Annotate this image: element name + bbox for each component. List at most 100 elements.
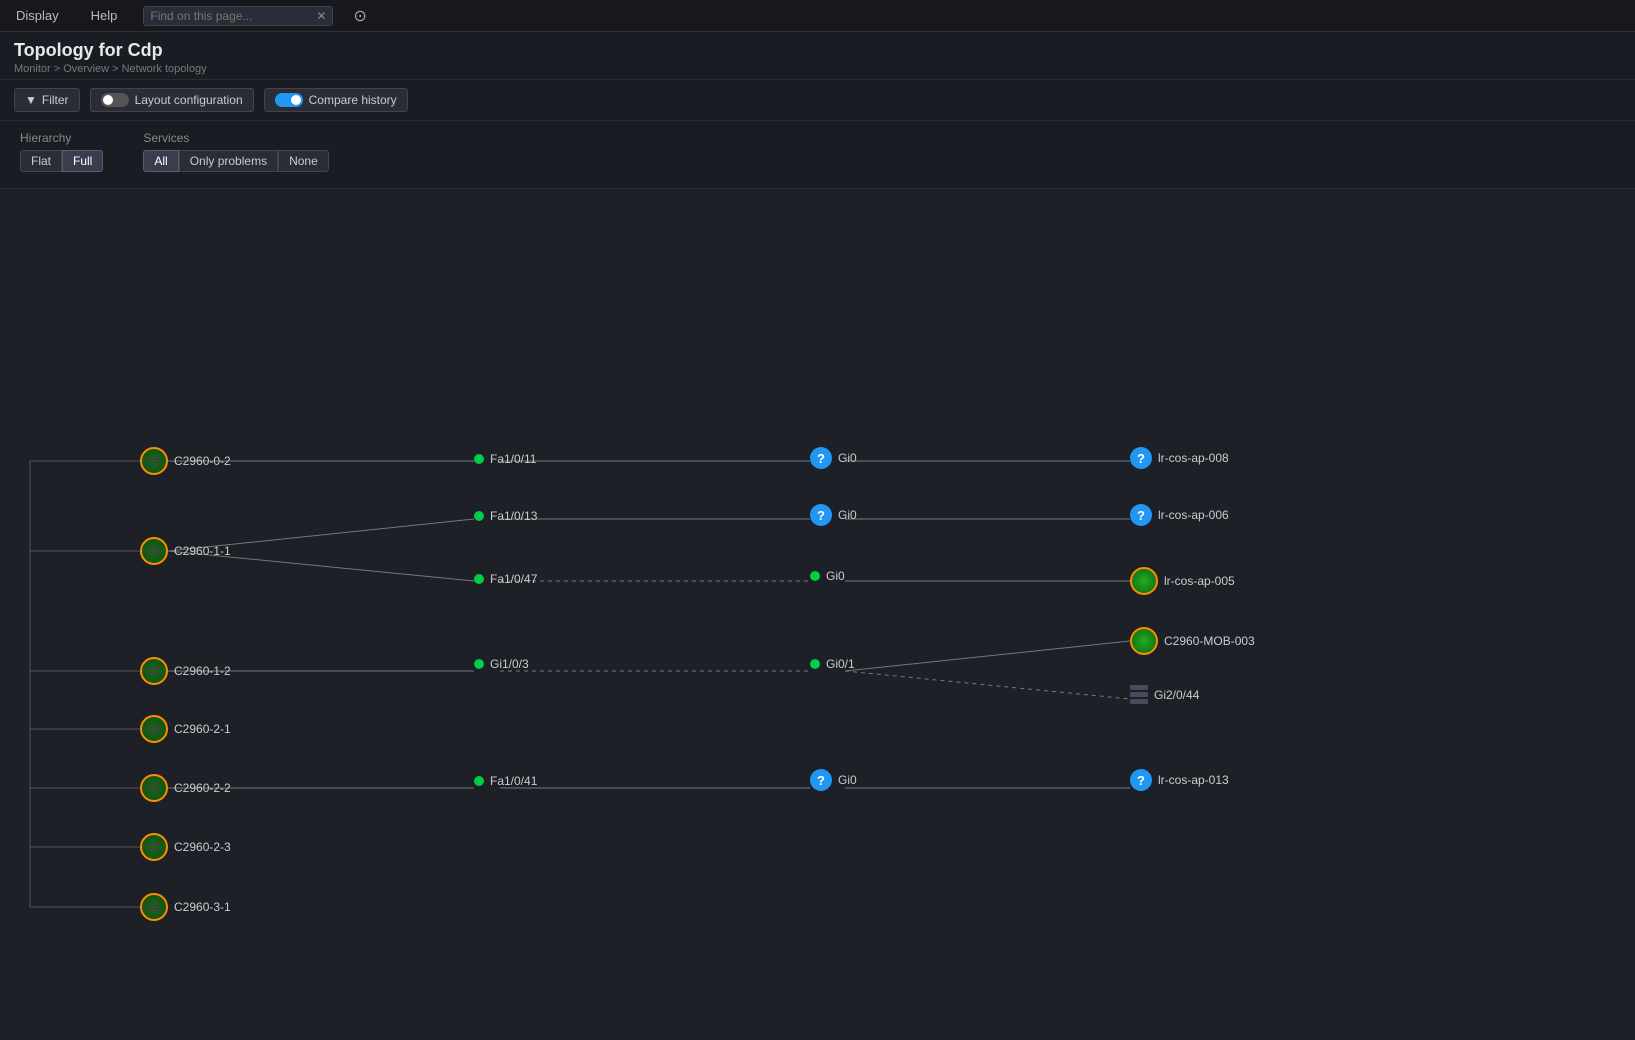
node-label-lr-ap-013: lr-cos-ap-013 xyxy=(1158,773,1229,787)
node-c2960-mob[interactable]: C2960-MOB-003 xyxy=(1130,627,1255,655)
compare-history-button[interactable]: Compare history xyxy=(264,88,408,112)
layout-toggle-switch xyxy=(101,93,129,107)
node-label-c2960-1-2: C2960-1-2 xyxy=(174,664,231,678)
hierarchy-flat-button[interactable]: Flat xyxy=(20,150,62,172)
node-c2960-2-3[interactable]: C2960-2-3 xyxy=(140,833,231,861)
services-filter-group: Services All Only problems None xyxy=(143,131,328,172)
port-label-gi0-1: Gi0 xyxy=(838,451,857,465)
filter-panel: Hierarchy Flat Full Services All Only pr… xyxy=(0,121,1635,189)
node-label-c2960-2-2: C2960-2-2 xyxy=(174,781,231,795)
help-menu[interactable]: Help xyxy=(85,4,124,27)
port-label-gi0-4: Gi0 xyxy=(838,773,857,787)
unknown-icon-lr-ap-006: ? xyxy=(1130,504,1152,526)
layout-config-button[interactable]: Layout configuration xyxy=(90,88,254,112)
search-clear-button[interactable]: ✕ xyxy=(316,9,326,23)
layout-label: Layout configuration xyxy=(135,93,243,107)
port-label-fa1041: Fa1/0/41 xyxy=(490,774,537,788)
port-label-fa1047: Fa1/0/47 xyxy=(490,572,537,586)
device-icon-c2960-1-2 xyxy=(140,657,168,685)
port-dot-fa1047 xyxy=(474,574,484,584)
port-label-gi0-3: Gi0 xyxy=(826,569,845,583)
node-lr-ap-013[interactable]: ? lr-cos-ap-013 xyxy=(1130,769,1229,791)
node-label-c2960-mob: C2960-MOB-003 xyxy=(1164,634,1255,648)
node-gi2044[interactable]: Gi2/0/44 xyxy=(1130,685,1199,704)
port-label-gi103: Gi1/0/3 xyxy=(490,657,529,671)
services-btn-group: All Only problems None xyxy=(143,150,328,172)
node-lr-ap-005[interactable]: lr-cos-ap-005 xyxy=(1130,567,1235,595)
port-fa1041[interactable]: Fa1/0/41 xyxy=(474,774,537,788)
hierarchy-full-button[interactable]: Full xyxy=(62,150,103,172)
services-none-button[interactable]: None xyxy=(278,150,329,172)
node-label-lr-ap-008: lr-cos-ap-008 xyxy=(1158,451,1229,465)
node-label-c2960-2-1: C2960-2-1 xyxy=(174,722,231,736)
port-label-fa1013: Fa1/0/13 xyxy=(490,509,537,523)
port-dot-gi0-3 xyxy=(810,571,820,581)
compare-label: Compare history xyxy=(309,93,397,107)
node-c2960-2-2[interactable]: C2960-2-2 xyxy=(140,774,231,802)
node-label-lr-ap-005: lr-cos-ap-005 xyxy=(1164,574,1235,588)
device-icon-c2960-0-2 xyxy=(140,447,168,475)
node-c2960-3-1[interactable]: C2960-3-1 xyxy=(140,893,231,921)
device-icon-c2960-2-1 xyxy=(140,715,168,743)
breadcrumb: Monitor > Overview > Network topology xyxy=(14,63,1621,75)
device-icon-c2960-mob xyxy=(1130,627,1158,655)
node-label-c2960-2-3: C2960-2-3 xyxy=(174,840,231,854)
port-dot-gi103 xyxy=(474,659,484,669)
unknown-icon-lr-ap-013: ? xyxy=(1130,769,1152,791)
compare-toggle-switch xyxy=(275,93,303,107)
device-icon-lr-ap-005 xyxy=(1130,567,1158,595)
port-fa1011[interactable]: Fa1/0/11 xyxy=(474,452,536,466)
port-dot-fa1011 xyxy=(474,454,484,464)
port-gi0-4[interactable]: ? Gi0 xyxy=(810,769,857,791)
node-lr-ap-008[interactable]: ? lr-cos-ap-008 xyxy=(1130,447,1229,469)
port-gi0-1[interactable]: ? Gi0 xyxy=(810,447,857,469)
hierarchy-btn-group: Flat Full xyxy=(20,150,103,172)
toolbar: ▼ Filter Layout configuration Compare hi… xyxy=(0,80,1635,121)
node-c2960-2-1[interactable]: C2960-2-1 xyxy=(140,715,231,743)
page-title: Topology for Cdp xyxy=(14,40,1621,61)
topology-canvas: C2960-0-2 C2960-1-1 C2960-1-2 C2960-2-1 … xyxy=(0,189,1635,949)
device-icon-c2960-1-1 xyxy=(140,537,168,565)
device-icon-c2960-2-2 xyxy=(140,774,168,802)
filter-label: Filter xyxy=(42,93,69,107)
unknown-icon-gi0-1: ? xyxy=(810,447,832,469)
stack-icon-gi2044 xyxy=(1130,685,1148,704)
node-label-gi2044: Gi2/0/44 xyxy=(1154,688,1199,702)
top-bar: Display Help ✕ ⊙ xyxy=(0,0,1635,32)
device-icon-c2960-2-3 xyxy=(140,833,168,861)
unknown-icon-lr-ap-008: ? xyxy=(1130,447,1152,469)
port-gi0-3[interactable]: Gi0 xyxy=(810,569,845,583)
hierarchy-filter-group: Hierarchy Flat Full xyxy=(20,131,103,172)
hierarchy-label: Hierarchy xyxy=(20,131,103,145)
port-dot-fa1013 xyxy=(474,511,484,521)
node-c2960-0-2[interactable]: C2960-0-2 xyxy=(140,447,231,475)
filter-icon: ▼ xyxy=(25,93,37,107)
port-fa1013[interactable]: Fa1/0/13 xyxy=(474,509,537,523)
services-label: Services xyxy=(143,131,328,145)
search-arrow-button[interactable]: ⊙ xyxy=(353,6,366,26)
port-label-gi01: Gi0/1 xyxy=(826,657,855,671)
node-label-lr-ap-006: lr-cos-ap-006 xyxy=(1158,508,1229,522)
filter-button[interactable]: ▼ Filter xyxy=(14,88,80,112)
port-gi103[interactable]: Gi1/0/3 xyxy=(474,657,529,671)
port-fa1047[interactable]: Fa1/0/47 xyxy=(474,572,537,586)
page-title-bar: Topology for Cdp Monitor > Overview > Ne… xyxy=(0,32,1635,80)
unknown-icon-gi0-2: ? xyxy=(810,504,832,526)
port-dot-gi01 xyxy=(810,659,820,669)
port-label-fa1011: Fa1/0/11 xyxy=(490,452,536,466)
port-gi01[interactable]: Gi0/1 xyxy=(810,657,855,671)
unknown-icon-gi0-4: ? xyxy=(810,769,832,791)
display-menu[interactable]: Display xyxy=(10,4,65,27)
search-input[interactable] xyxy=(150,9,310,23)
services-problems-button[interactable]: Only problems xyxy=(179,150,278,172)
node-label-c2960-3-1: C2960-3-1 xyxy=(174,900,231,914)
device-icon-c2960-3-1 xyxy=(140,893,168,921)
port-gi0-2[interactable]: ? Gi0 xyxy=(810,504,857,526)
node-label-c2960-1-1: C2960-1-1 xyxy=(174,544,231,558)
node-label-c2960-0-2: C2960-0-2 xyxy=(174,454,231,468)
node-c2960-1-2[interactable]: C2960-1-2 xyxy=(140,657,231,685)
node-c2960-1-1[interactable]: C2960-1-1 xyxy=(140,537,231,565)
node-lr-ap-006[interactable]: ? lr-cos-ap-006 xyxy=(1130,504,1229,526)
port-label-gi0-2: Gi0 xyxy=(838,508,857,522)
services-all-button[interactable]: All xyxy=(143,150,178,172)
